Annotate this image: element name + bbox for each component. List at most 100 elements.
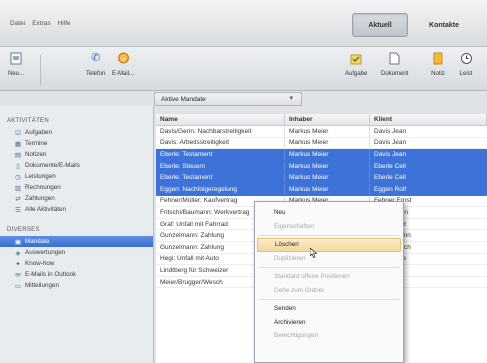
notiz-button[interactable]: Notiz: [431, 51, 445, 77]
new-button-label: Neu...: [8, 71, 25, 77]
cell-inhaber: Markus Meier: [285, 183, 370, 195]
context-menu-item-eigenschaften: Eigenschaften: [274, 222, 314, 230]
sidebar-section-aktivitaeten: AKTIVITÄTEN: [7, 117, 49, 124]
note-icon: [431, 51, 445, 65]
mouse-cursor-icon: [310, 248, 318, 258]
sidebar-item-label: Termine: [25, 140, 48, 147]
cell-klient: Davis Jean: [374, 127, 407, 135]
menu-separator: [259, 299, 399, 300]
outlook-icon: ✉: [15, 271, 21, 279]
table-row[interactable]: Eberle: Steuern Markus Meier Eberle Cell: [156, 160, 487, 173]
email-button[interactable]: @ E-Mail...: [112, 51, 134, 77]
sidebar-item-label: Leistungen: [25, 173, 56, 180]
document-icon: [388, 51, 402, 65]
cell-klient: Eberle Cell: [374, 162, 406, 170]
context-menu-item-berechtigungen: Berechtigungen: [274, 332, 319, 340]
cell-name: Eberle: Steuern: [156, 160, 285, 172]
new-button[interactable]: Neu...: [8, 51, 24, 77]
table-header: Name Inhaber Klient: [156, 114, 487, 126]
report-icon: ◈: [15, 249, 21, 257]
sidebar-item-label: E-Mails in Outlook: [25, 271, 77, 278]
filter-value: Aktive Mandate: [161, 95, 206, 103]
table-row[interactable]: Davis/Gerin: Nachbarstreitigkeit Markus M…: [156, 126, 487, 138]
calendar-icon: ▦: [14, 140, 22, 148]
sidebar-item-label: Aufgaben: [25, 129, 52, 136]
table-row[interactable]: Eggen: Nachfolgeregelung Markus Meier Egge…: [156, 183, 487, 196]
sidebar: AKTIVITÄTEN ☑ Aufgaben ▦ Termine ▤ Notizen …: [0, 106, 154, 363]
dokument-button[interactable]: Dokument: [381, 51, 408, 77]
notiz-label: Notiz: [431, 71, 445, 77]
menu-hilfe[interactable]: Hilfe: [58, 20, 71, 27]
table-row[interactable]: Eberle: Testament Markus Meier Eberle Cell: [156, 172, 487, 184]
sidebar-item-label: Mandate: [25, 238, 50, 245]
context-menu-item-senden[interactable]: Senden: [255, 302, 403, 316]
sidebar-section-diverses: DIVERSES: [7, 226, 40, 233]
new-document-icon: [9, 51, 23, 65]
cell-name: Eberle: Testament: [156, 172, 285, 183]
cell-klient: Eberle Cell: [374, 174, 406, 182]
menu-datei[interactable]: Datei: [10, 20, 25, 27]
sidebar-item-know-how[interactable]: ✦ Know-how: [0, 258, 153, 269]
menu-separator: [259, 267, 399, 268]
sidebar-item-mitteilungen[interactable]: ▭ Mitteilungen: [0, 280, 153, 291]
cell-klient: Davis Jean: [374, 150, 407, 158]
payment-icon: ⇄: [15, 195, 21, 203]
toolbar: Neu... ✆ Telefon @ E-Mail... Aufgabe Dok…: [0, 47, 487, 91]
sidebar-item-dokumente[interactable]: ▯ Dokumente/E-Mails: [0, 160, 153, 171]
cell-name: Eggen: Nachfolgeregelung: [156, 183, 285, 195]
context-menu-item-löschen[interactable]: Löschen: [257, 238, 401, 252]
sidebar-item-label: Auswertungen: [25, 249, 66, 256]
sidebar-item-zahlungen[interactable]: ⇄ Zahlungen: [0, 193, 153, 204]
sidebar-item-mandate[interactable]: ▣ Mandate: [0, 236, 153, 247]
sidebar-item-outlook[interactable]: ✉ E-Mails in Outlook: [0, 269, 153, 280]
column-header-klient[interactable]: Klient: [370, 114, 487, 125]
context-menu-item-duplizieren: Duplizieren: [274, 254, 306, 262]
column-header-name[interactable]: Name: [156, 114, 285, 125]
cell-inhaber: Markus Meier: [285, 160, 370, 172]
telefon-button[interactable]: ✆ Telefon: [86, 51, 105, 77]
menu-extras[interactable]: Extras: [32, 20, 50, 27]
cell-name: Eberle: Testament: [156, 149, 285, 160]
sidebar-item-rechnungen[interactable]: ▥ Rechnungen: [0, 182, 153, 193]
cell-inhaber: Markus Meier: [285, 149, 370, 160]
telefon-label: Telefon: [86, 71, 106, 77]
sidebar-item-label: Know-how: [25, 260, 55, 267]
sidebar-item-label: Notizen: [25, 151, 47, 158]
cell-klient: Davis Jean: [374, 139, 407, 147]
top-bar: Datei Extras Hilfe Aktuell Kontakte: [0, 0, 487, 47]
menu-separator: [259, 235, 399, 236]
sidebar-item-notizen[interactable]: ▤ Notizen: [0, 149, 153, 160]
sidebar-item-label: Dokumente/E-Mails: [25, 162, 80, 169]
svg-text:@: @: [120, 55, 127, 63]
aufgabe-label: Aufgabe: [345, 71, 368, 77]
note-icon: ▤: [14, 151, 22, 159]
mandate-filter-dropdown[interactable]: Aktive Mandate ▾: [154, 92, 302, 106]
column-header-inhaber[interactable]: Inhaber: [285, 114, 370, 125]
invoice-icon: ▥: [14, 184, 22, 192]
sidebar-item-label: Mitteilungen: [25, 282, 59, 289]
context-menu-item-archivieren[interactable]: Archivieren: [255, 316, 403, 330]
sidebar-item-leistungen[interactable]: ◷ Leistungen: [0, 171, 153, 182]
menu-bar: Datei Extras Hilfe: [10, 20, 71, 27]
email-label: E-Mail...: [112, 71, 135, 77]
clock-icon: ◷: [15, 173, 21, 181]
context-menu-item-neu[interactable]: Neu: [255, 206, 403, 220]
leistung-button[interactable]: Leist: [459, 51, 473, 77]
leistung-label: Leist: [459, 71, 473, 77]
sidebar-item-alle-aktivitaeten[interactable]: ☰ Alle Aktivitäten: [0, 204, 153, 215]
table-row[interactable]: Eberle: Testament Markus Meier Davis Jean: [156, 149, 487, 161]
sidebar-item-aufgaben[interactable]: ☑ Aufgaben: [0, 127, 153, 138]
sidebar-item-termine[interactable]: ▦ Termine: [0, 138, 153, 149]
tab-kontakte[interactable]: Kontakte: [414, 13, 474, 37]
tab-aktuell[interactable]: Aktuell: [352, 13, 408, 37]
table-row[interactable]: Davis: Arbeitsstreitigkeit Markus Meier Da…: [156, 137, 487, 150]
sidebar-item-auswertungen[interactable]: ◈ Auswertungen: [0, 247, 153, 258]
sidebar-item-label: Zahlungen: [25, 195, 55, 202]
cell-name: Davis: Arbeitsstreitigkeit: [156, 137, 285, 149]
document-icon: ▯: [16, 162, 20, 170]
email-icon: @: [116, 51, 130, 65]
cell-inhaber: Markus Meier: [285, 126, 370, 137]
aufgabe-button[interactable]: Aufgabe: [345, 51, 367, 77]
